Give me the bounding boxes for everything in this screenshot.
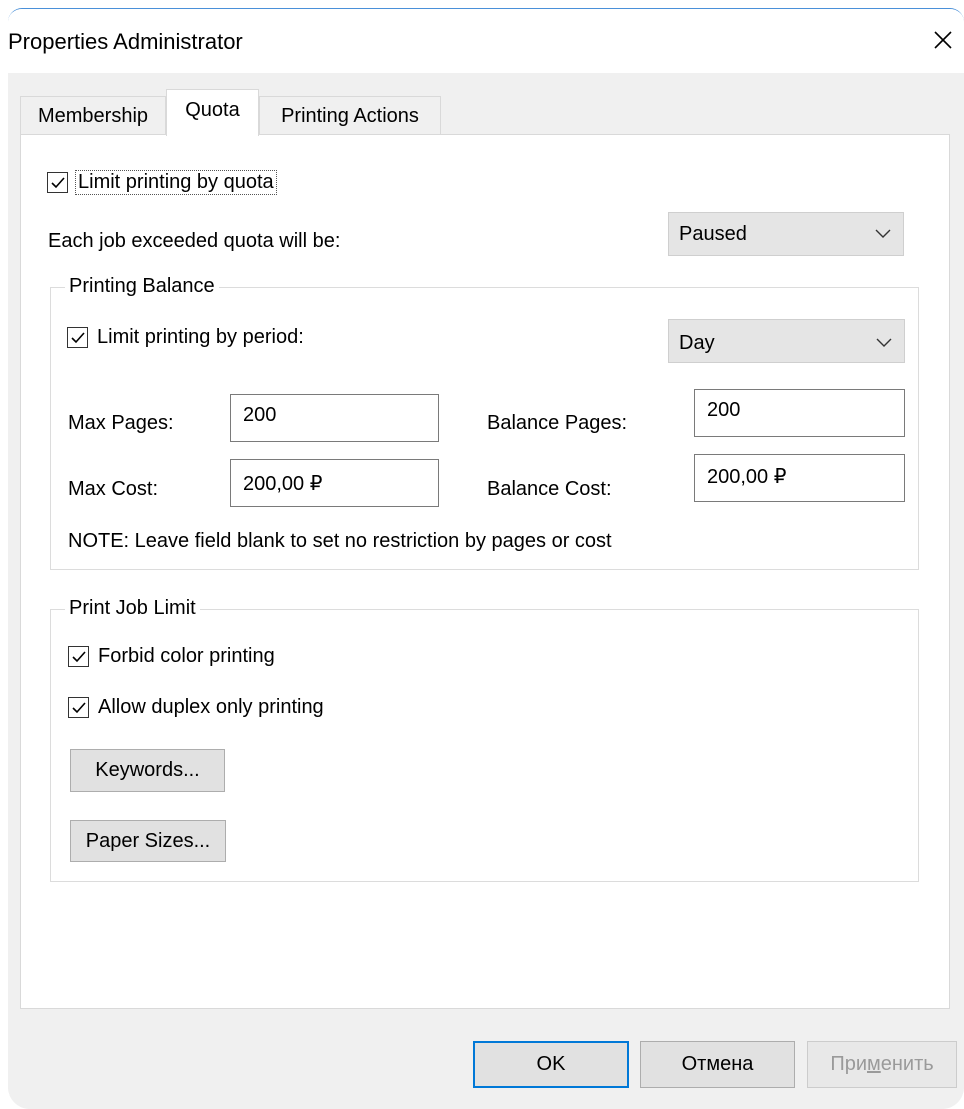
max-cost-field[interactable]: 200,00 ₽ [230,459,439,507]
dialog-footer: OK Отмена Применить [8,1009,964,1109]
exceeded-action-select[interactable]: Paused [668,212,904,256]
limit-by-period-label: Limit printing by period: [97,326,304,348]
max-cost-value: 200,00 ₽ [243,473,323,495]
forbid-color-label: Forbid color printing [98,645,275,667]
paper-sizes-button[interactable]: Paper Sizes... [70,820,226,862]
limit-by-quota-label: Limit printing by quota [75,170,277,195]
period-value: Day [679,332,715,354]
printing-balance-legend: Printing Balance [65,275,219,298]
check-icon [71,332,85,344]
max-pages-value: 200 [243,404,277,426]
check-icon [72,702,86,714]
limit-by-period-checkbox[interactable]: Limit printing by period: [67,326,367,352]
ok-button-label: OK [536,1053,566,1075]
limit-by-quota-checkbox[interactable]: Limit printing by quota [47,170,327,196]
apply-label-mnemonic: м [867,1053,881,1075]
chevron-down-icon [875,229,891,238]
apply-label-part: енить [880,1053,934,1075]
period-select[interactable]: Day [668,319,905,363]
tab-printing-actions[interactable]: Printing Actions [259,96,441,135]
title-bar: Properties Administrator [8,9,964,73]
window-title: Properties Administrator [8,29,243,54]
balance-cost-label: Balance Cost: [487,478,612,500]
tab-membership-label: Membership [37,105,149,127]
apply-button[interactable]: Применить [807,1041,957,1088]
cancel-button-label: Отмена [681,1053,754,1075]
close-button[interactable] [928,23,958,57]
forbid-color-box[interactable] [68,646,89,667]
duplex-only-checkbox[interactable]: Allow duplex only printing [68,696,388,722]
printing-balance-group: Printing Balance Limit printing by perio… [50,275,919,570]
print-job-limit-legend: Print Job Limit [65,597,200,620]
apply-button-label: Применить [830,1053,933,1075]
quota-tab-panel: Limit printing by quota Each job exceede… [20,134,950,1009]
check-icon [72,651,86,663]
cancel-button[interactable]: Отмена [640,1041,795,1088]
max-pages-label: Max Pages: [68,412,174,434]
close-icon [934,31,952,49]
max-pages-field[interactable]: 200 [230,394,439,442]
exceeded-quota-label: Each job exceeded quota will be: [48,230,341,252]
balance-cost-field[interactable]: 200,00 ₽ [694,454,905,502]
balance-pages-field[interactable]: 200 [694,389,905,437]
limit-by-period-box[interactable] [67,327,88,348]
max-cost-label: Max Cost: [68,478,159,500]
balance-cost-value: 200,00 ₽ [707,466,787,488]
apply-label-part: При [830,1053,867,1075]
tab-quota[interactable]: Quota [166,89,259,136]
properties-dialog: Properties Administrator Membership Quot… [8,8,964,1109]
duplex-only-label: Allow duplex only printing [98,696,324,718]
ok-button[interactable]: OK [473,1041,629,1088]
tab-printing-actions-label: Printing Actions [281,105,419,127]
exceeded-action-value: Paused [679,223,747,245]
tab-quota-label: Quota [185,99,240,121]
print-job-limit-group: Print Job Limit Forbid color printing Al… [50,597,919,882]
check-icon [51,177,65,189]
paper-sizes-button-label: Paper Sizes... [85,830,211,852]
duplex-only-box[interactable] [68,697,89,718]
balance-pages-value: 200 [707,399,741,421]
balance-pages-label: Balance Pages: [487,412,628,434]
tab-membership[interactable]: Membership [20,96,166,135]
restriction-note: NOTE: Leave field blank to set no restri… [68,530,612,552]
keywords-button-label: Keywords... [95,759,200,781]
keywords-button[interactable]: Keywords... [70,749,225,792]
forbid-color-checkbox[interactable]: Forbid color printing [68,645,348,671]
chevron-down-icon [876,338,892,347]
limit-by-quota-box[interactable] [47,172,68,193]
